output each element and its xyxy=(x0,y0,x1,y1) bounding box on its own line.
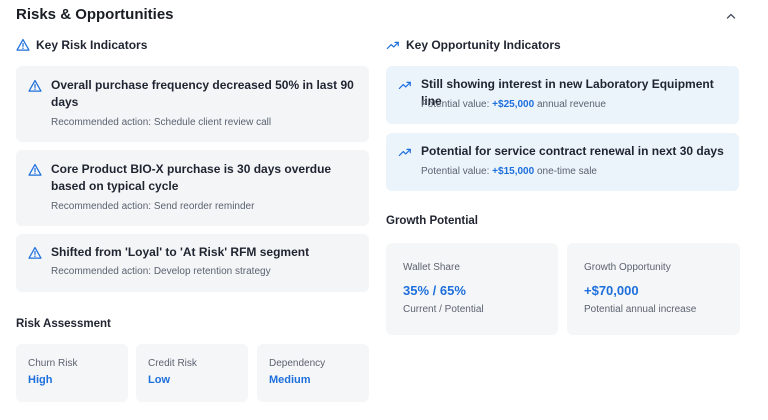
value-prefix: Potential value: xyxy=(421,99,490,110)
risk-card-title: Overall purchase frequency decreased 50%… xyxy=(51,78,354,109)
tile-label: Growth Opportunity xyxy=(584,262,671,273)
growth-tile-growth-opportunity: Growth Opportunity +$70,000 Potential an… xyxy=(567,243,740,335)
tile-label: Churn Risk xyxy=(28,358,78,369)
risk-card-title: Shifted from 'Loyal' to 'At Risk' RFM se… xyxy=(51,245,310,259)
value-suffix: one-time sale xyxy=(536,166,597,177)
tile-value: +$70,000 xyxy=(584,283,639,298)
tile-value: Low xyxy=(148,374,170,386)
tile-label: Dependency xyxy=(269,358,326,369)
risk-card: Overall purchase frequency decreased 50%… xyxy=(16,66,369,142)
tile-value: High xyxy=(28,374,53,386)
warning-triangle-icon xyxy=(28,163,42,176)
trending-up-icon xyxy=(386,41,399,50)
assessment-tile-dependency: Dependency Medium xyxy=(257,344,369,402)
tile-note: Current / Potential xyxy=(403,304,484,315)
risk-card-action: Recommended action: Develop retention st… xyxy=(51,266,271,277)
page-title: Risks & Opportunities xyxy=(16,6,174,23)
risk-indicators-title: Key Risk Indicators xyxy=(36,38,148,52)
trending-up-icon xyxy=(398,148,411,157)
opportunity-column: Key Opportunity Indicators Still showing… xyxy=(386,36,740,336)
assessment-tile-credit: Credit Risk Low xyxy=(136,344,248,402)
warning-triangle-icon xyxy=(28,79,42,92)
value-amount: +$25,000 xyxy=(492,99,535,110)
collapse-button[interactable] xyxy=(723,8,739,24)
opportunity-card-value-line: Potential value: +$25,000 annual revenue xyxy=(421,98,606,111)
opportunity-indicators-title: Key Opportunity Indicators xyxy=(406,38,561,52)
trending-up-icon xyxy=(398,81,411,90)
risk-card: Core Product BIO-X purchase is 30 days o… xyxy=(16,150,369,226)
tile-label: Credit Risk xyxy=(148,358,197,369)
value-amount: +$15,000 xyxy=(492,166,535,177)
section-header: Risks & Opportunities xyxy=(16,6,752,28)
tile-value: Medium xyxy=(269,374,311,386)
risk-card: Shifted from 'Loyal' to 'At Risk' RFM se… xyxy=(16,234,369,292)
assessment-tile-churn: Churn Risk High xyxy=(16,344,128,402)
risk-assessment-title: Risk Assessment xyxy=(16,318,111,330)
risk-column: Key Risk Indicators Overall purchase fre… xyxy=(16,36,369,406)
warning-triangle-icon xyxy=(16,38,30,51)
growth-tile-wallet-share: Wallet Share 35% / 65% Current / Potenti… xyxy=(386,243,558,335)
value-suffix: annual revenue xyxy=(536,99,606,110)
opportunity-card: Potential for service contract renewal i… xyxy=(386,133,739,191)
risk-card-action: Recommended action: Schedule client revi… xyxy=(51,117,272,128)
opportunity-indicators-header: Key Opportunity Indicators xyxy=(386,36,740,54)
risk-card-title: Core Product BIO-X purchase is 30 days o… xyxy=(51,162,332,193)
opportunity-card-title: Potential for service contract renewal i… xyxy=(421,144,724,158)
tile-value: 35% / 65% xyxy=(403,283,466,298)
tile-note: Potential annual increase xyxy=(584,304,697,315)
opportunity-card: Still showing interest in new Laboratory… xyxy=(386,66,739,124)
chevron-up-icon xyxy=(726,13,736,19)
risk-indicators-header: Key Risk Indicators xyxy=(16,36,369,54)
opportunity-card-value-line: Potential value: +$15,000 one-time sale xyxy=(421,165,597,178)
risk-card-action: Recommended action: Send reorder reminde… xyxy=(51,201,255,212)
value-prefix: Potential value: xyxy=(421,166,490,177)
tile-label: Wallet Share xyxy=(403,262,460,273)
warning-triangle-icon xyxy=(28,246,42,259)
growth-potential-title: Growth Potential xyxy=(386,215,478,227)
